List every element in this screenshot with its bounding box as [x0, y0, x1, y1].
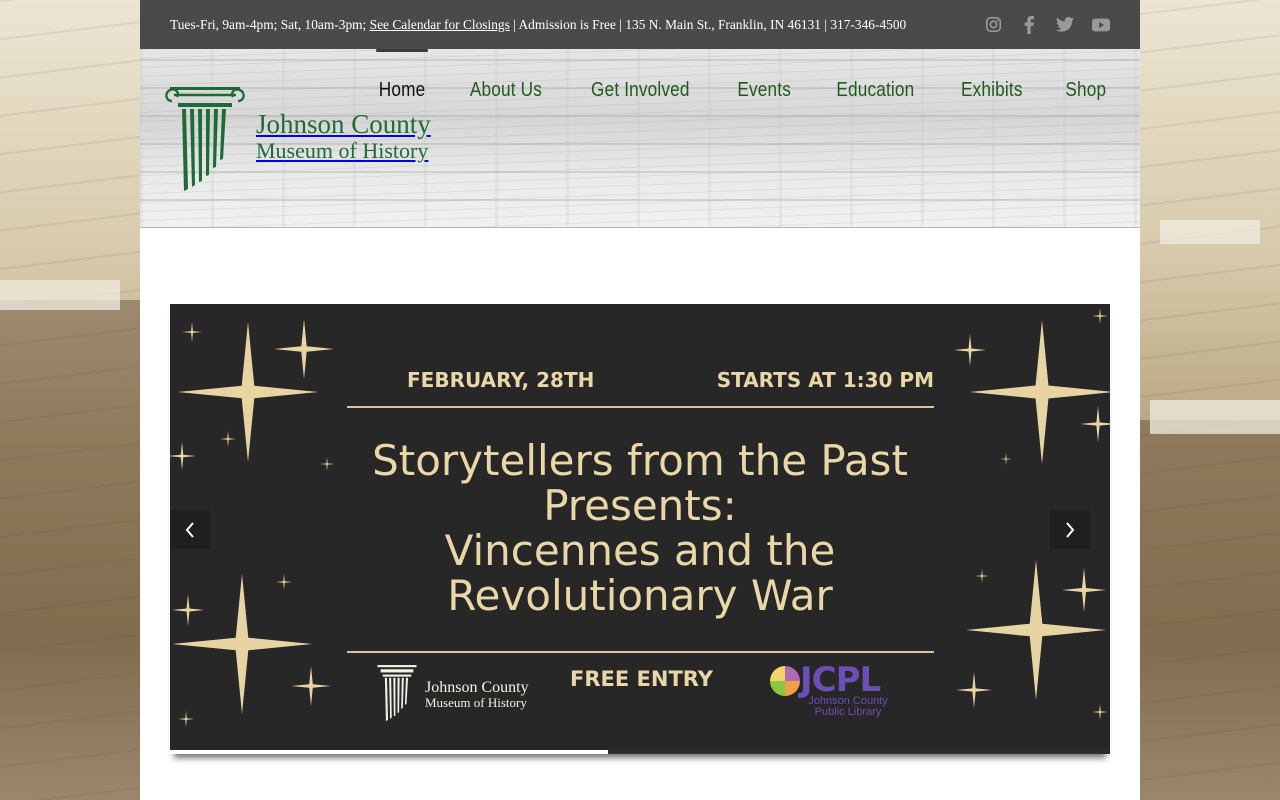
title-line2: Presents: [543, 481, 737, 530]
instagram-icon[interactable] [984, 16, 1002, 34]
jcpl-color-icon [770, 666, 800, 696]
nav-exhibits[interactable]: Exhibits [961, 49, 1023, 102]
event-slider: FEBRUARY, 28TH STARTS AT 1:30 PM Storyte… [170, 304, 1110, 754]
slider-prev-button[interactable] [170, 510, 210, 549]
event-time: STARTS AT 1:30 PM [716, 368, 934, 392]
slider-next-button[interactable] [1050, 510, 1090, 549]
column-logo-icon [165, 87, 245, 191]
nav-events[interactable]: Events [737, 49, 791, 102]
hours-text: Tues-Fri, 9am-4pm; Sat, 10am-3pm; [170, 16, 367, 32]
jcpl-wordmark: JCPL [800, 660, 881, 700]
title-line3: Vincennes and the [444, 526, 836, 575]
site-wrapper: Tues-Fri, 9am-4pm; Sat, 10am-3pm; See Ca… [140, 0, 1140, 800]
nav-home[interactable]: Home [376, 49, 429, 102]
site-header: Johnson County Museum of History Home Ab… [140, 49, 1140, 228]
column-logo-icon [377, 665, 417, 721]
nav-about-us[interactable]: About Us [470, 49, 542, 102]
divider-top [347, 406, 934, 408]
slider-progress-fill [170, 750, 609, 754]
slider-progress-track [170, 750, 1110, 754]
facebook-icon[interactable] [1020, 15, 1038, 34]
free-entry-text: FREE ENTRY [570, 667, 713, 691]
contact-info: Tues-Fri, 9am-4pm; Sat, 10am-3pm; See Ca… [170, 17, 906, 33]
logo-text: Johnson County Museum of History [256, 111, 431, 162]
footer-logo-line2: Museum of History [425, 695, 527, 710]
footer-logo-line1: Johnson County [425, 679, 529, 696]
nav-shop[interactable]: Shop [1066, 49, 1107, 102]
title-line1: Storytellers from the Past [372, 436, 908, 485]
slide-header: FEBRUARY, 28TH STARTS AT 1:30 PM [347, 368, 934, 392]
social-links [984, 15, 1110, 34]
slide-footer: Johnson County Museum of History FREE EN… [370, 660, 930, 726]
chevron-left-icon [185, 521, 194, 538]
top-info-bar: Tues-Fri, 9am-4pm; Sat, 10am-3pm; See Ca… [140, 0, 1140, 49]
logo-line1: Johnson County [256, 109, 431, 139]
logo-line2: Museum of History [256, 138, 429, 163]
chevron-right-icon [1066, 521, 1075, 538]
event-title: Storytellers from the Past Presents: Vin… [290, 438, 990, 618]
jcpl-subtitle: Johnson County Public Library [808, 695, 888, 718]
calendar-link[interactable]: See Calendar for Closings [370, 17, 510, 32]
admission-text: | Admission is Free | 135 N. Main St., F… [513, 16, 907, 32]
youtube-icon[interactable] [1092, 16, 1110, 34]
title-line4: Revolutionary War [447, 571, 833, 620]
nav-get-involved[interactable]: Get Involved [591, 49, 690, 102]
twitter-icon[interactable] [1056, 16, 1074, 34]
footer-museum-logo: Johnson County Museum of History [375, 664, 529, 722]
event-date: FEBRUARY, 28TH [407, 368, 595, 392]
main-navigation: Home About Us Get Involved Events Educat… [375, 49, 1110, 102]
divider-bottom [347, 651, 934, 653]
nav-education[interactable]: Education [836, 49, 914, 102]
